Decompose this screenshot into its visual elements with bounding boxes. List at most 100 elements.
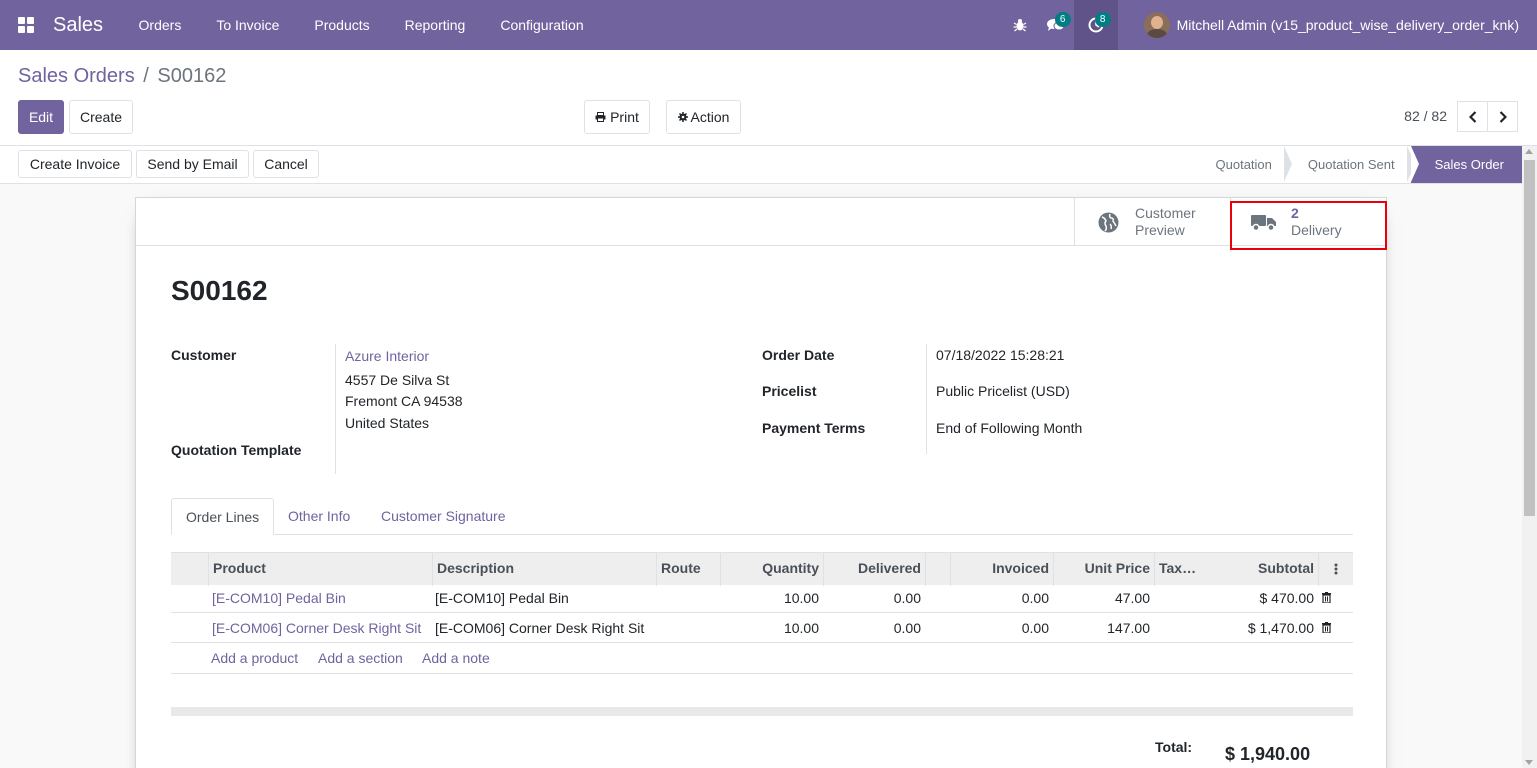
app-name[interactable]: Sales bbox=[52, 14, 103, 37]
row-subtotal: $ 470.00 bbox=[1259, 590, 1315, 606]
column-quantity[interactable]: Quantity bbox=[720, 553, 823, 586]
smart-button-box: Customer Preview 2 Delivery bbox=[136, 198, 1386, 246]
cancel-button[interactable]: Cancel bbox=[253, 150, 319, 178]
main-menu: Orders To Invoice Products Reporting Con… bbox=[121, 0, 601, 50]
payment-terms-value[interactable]: End of Following Month bbox=[936, 420, 1082, 436]
print-label: Print bbox=[610, 109, 639, 125]
menu-orders[interactable]: Orders bbox=[121, 0, 199, 50]
row-quantity: 10.00 bbox=[783, 620, 819, 636]
add-section-link[interactable]: Add a section bbox=[318, 643, 403, 673]
action-label: Action bbox=[690, 109, 730, 125]
column-route[interactable]: Route bbox=[656, 553, 720, 586]
page-scrollbar[interactable] bbox=[1522, 146, 1537, 768]
customer-address-line1: 4557 De Silva St bbox=[345, 372, 450, 388]
pricelist-value[interactable]: Public Pricelist (USD) bbox=[936, 383, 1070, 399]
stage-sales-order[interactable]: Sales Order bbox=[1410, 146, 1522, 183]
field-divider bbox=[335, 344, 336, 474]
table-header: Product Description Route Quantity Deliv… bbox=[171, 552, 1353, 586]
edit-button[interactable]: Edit bbox=[18, 100, 64, 134]
customer-preview-line1: Customer bbox=[1135, 205, 1196, 221]
handle-column-header bbox=[171, 553, 208, 586]
messages-badge: 6 bbox=[1054, 12, 1071, 27]
row-delivered: 0.00 bbox=[893, 620, 921, 636]
send-by-email-button[interactable]: Send by Email bbox=[136, 150, 249, 178]
row-product[interactable]: [E-COM10] Pedal Bin bbox=[208, 583, 350, 613]
payment-terms-label: Payment Terms bbox=[762, 420, 866, 436]
scroll-up-arrow-icon[interactable] bbox=[1525, 149, 1533, 154]
menu-to-invoice[interactable]: To Invoice bbox=[199, 0, 297, 50]
trash-icon[interactable] bbox=[1322, 622, 1331, 633]
debug-bug-icon[interactable] bbox=[1002, 0, 1038, 50]
globe-icon bbox=[1093, 212, 1123, 233]
delivery-highlight-box bbox=[1230, 201, 1387, 250]
tab-order-lines[interactable]: Order Lines bbox=[171, 498, 275, 535]
breadcrumb-current: S00162 bbox=[157, 65, 227, 87]
menu-reporting[interactable]: Reporting bbox=[387, 0, 483, 50]
total-value: $ 1,940.00 bbox=[1225, 744, 1311, 764]
user-name: Mitchell Admin (v15_product_wise_deliver… bbox=[1176, 17, 1519, 33]
stage-quotation-sent[interactable]: Quotation Sent bbox=[1288, 146, 1415, 183]
apps-menu-icon[interactable] bbox=[0, 0, 52, 50]
row-description: [E-COM10] Pedal Bin bbox=[435, 590, 569, 606]
create-button[interactable]: Create bbox=[69, 100, 133, 134]
column-description[interactable]: Description bbox=[432, 553, 656, 586]
customer-address-line2: Fremont CA 94538 bbox=[345, 393, 463, 409]
customer-link[interactable]: Azure Interior bbox=[345, 348, 429, 364]
customer-preview-button[interactable]: Customer Preview bbox=[1074, 198, 1230, 246]
scroll-down-arrow-icon[interactable] bbox=[1525, 760, 1533, 765]
stage-quotation[interactable]: Quotation bbox=[1196, 146, 1293, 183]
pager-value[interactable]: 82 / 82 bbox=[1404, 108, 1447, 124]
row-unit-price: 147.00 bbox=[1107, 620, 1150, 636]
trash-icon[interactable] bbox=[1322, 592, 1331, 603]
table-row[interactable]: [E-COM10] Pedal Bin [E-COM10] Pedal Bin … bbox=[171, 583, 1353, 613]
order-date-value[interactable]: 07/18/2022 15:28:21 bbox=[936, 347, 1064, 363]
activities-clock-icon[interactable]: 8 bbox=[1073, 0, 1118, 50]
action-button[interactable]: Action bbox=[666, 100, 741, 134]
order-name: S00162 bbox=[171, 275, 268, 306]
statusbar: Create Invoice Send by Email Cancel Quot… bbox=[0, 146, 1522, 184]
breadcrumb-sales-orders[interactable]: Sales Orders bbox=[18, 65, 135, 87]
row-invoiced: 0.00 bbox=[1021, 590, 1049, 606]
column-subtotal[interactable]: Subtotal bbox=[1203, 553, 1318, 586]
gear-icon bbox=[677, 112, 688, 122]
tab-other-info[interactable]: Other Info bbox=[274, 498, 364, 535]
pager-next-button[interactable] bbox=[1487, 101, 1518, 132]
scroll-thumb[interactable] bbox=[1524, 160, 1535, 516]
messages-chat-icon[interactable]: 6 bbox=[1038, 0, 1074, 50]
menu-configuration[interactable]: Configuration bbox=[483, 0, 601, 50]
row-invoiced: 0.00 bbox=[1021, 620, 1049, 636]
column-delivered[interactable]: Delivered bbox=[823, 553, 925, 586]
add-product-link[interactable]: Add a product bbox=[211, 643, 298, 673]
column-invoiced[interactable]: Invoiced bbox=[950, 553, 1053, 586]
stage-pipeline: Quotation Quotation Sent Sales Order bbox=[1196, 146, 1522, 183]
customer-address-line3: United States bbox=[345, 415, 430, 431]
avatar bbox=[1143, 12, 1170, 38]
row-subtotal: $ 1,470.00 bbox=[1247, 620, 1314, 636]
create-invoice-button[interactable]: Create Invoice bbox=[18, 150, 132, 178]
field-divider bbox=[926, 344, 927, 454]
column-product[interactable]: Product bbox=[208, 553, 432, 586]
pricelist-label: Pricelist bbox=[762, 383, 817, 399]
customer-label: Customer bbox=[171, 347, 237, 363]
user-menu[interactable]: Mitchell Admin (v15_product_wise_deliver… bbox=[1118, 0, 1537, 50]
menu-products[interactable]: Products bbox=[297, 0, 387, 50]
table-footer-bar bbox=[171, 707, 1353, 716]
notebook-tabs: Order Lines Other Info Customer Signatur… bbox=[171, 498, 1353, 535]
row-unit-price: 47.00 bbox=[1114, 590, 1150, 606]
optional-columns-icon[interactable] bbox=[1318, 553, 1353, 586]
print-button[interactable]: Print bbox=[584, 100, 650, 134]
table-row[interactable]: [E-COM06] Corner Desk Right Sit [E-COM06… bbox=[171, 613, 1353, 643]
row-product[interactable]: [E-COM06] Corner Desk Right Sit bbox=[208, 613, 425, 643]
breadcrumb: Sales Orders / S00162 bbox=[18, 65, 226, 88]
systray: 6 8 Mitchell Admin (v15_product_wise_del… bbox=[1002, 0, 1537, 50]
row-quantity: 10.00 bbox=[783, 590, 819, 606]
breadcrumb-separator: / bbox=[143, 65, 149, 87]
chevron-right-icon bbox=[1499, 110, 1507, 123]
pager-previous-button[interactable] bbox=[1457, 101, 1488, 132]
column-taxes[interactable]: Tax… bbox=[1154, 553, 1203, 586]
total-label: Total: bbox=[1155, 739, 1193, 755]
tab-customer-signature[interactable]: Customer Signature bbox=[367, 498, 520, 535]
column-unit-price[interactable]: Unit Price bbox=[1053, 553, 1154, 586]
top-navbar: Sales Orders To Invoice Products Reporti… bbox=[0, 0, 1537, 50]
add-note-link[interactable]: Add a note bbox=[422, 643, 490, 673]
